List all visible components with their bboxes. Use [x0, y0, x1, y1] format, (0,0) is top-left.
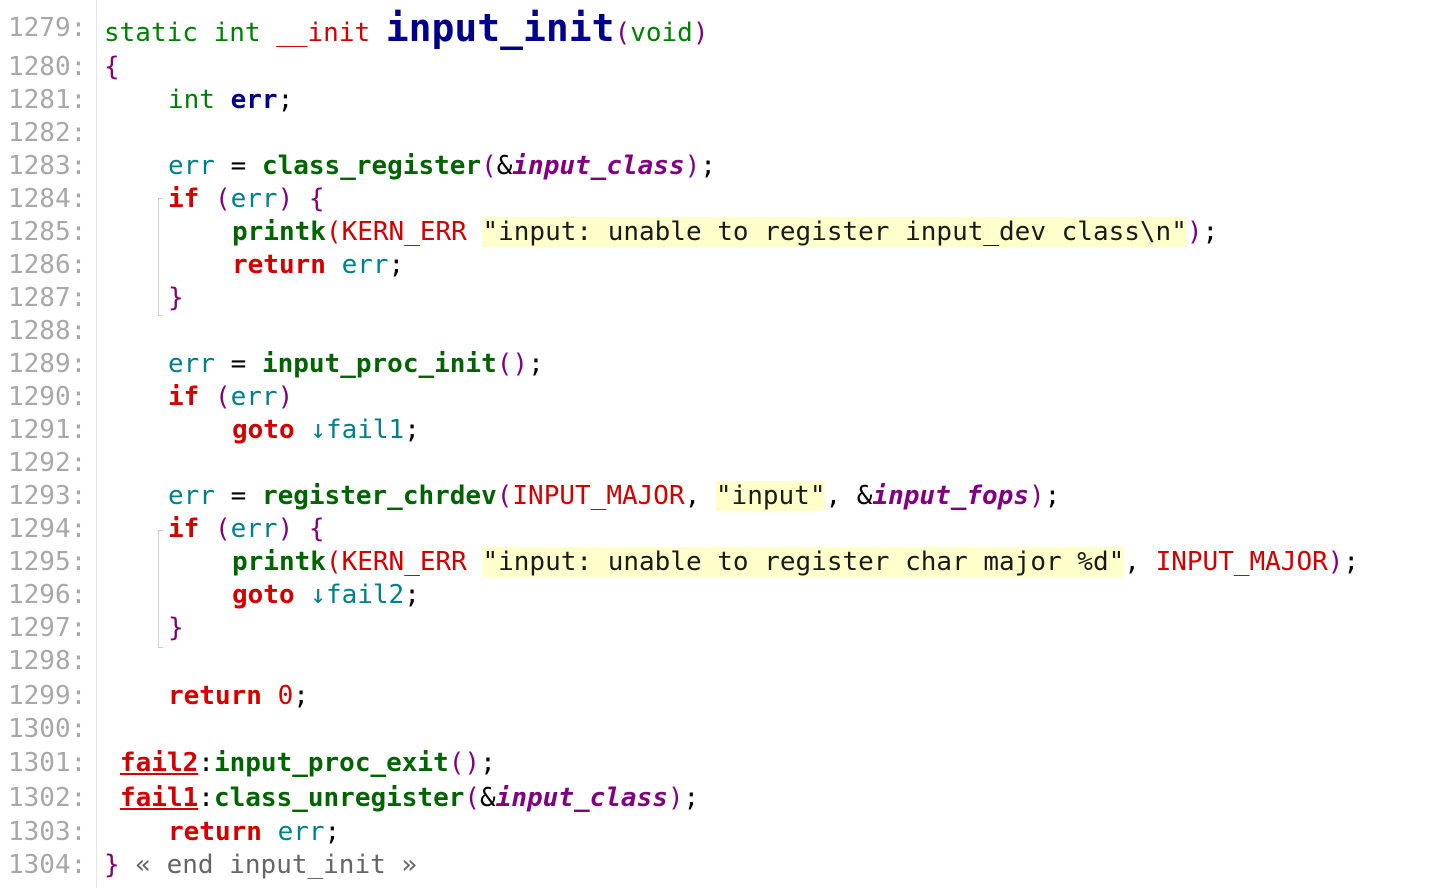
code-line[interactable]: 1282: — [0, 117, 1440, 150]
line-number: 1286: — [8, 250, 87, 280]
line-content: { — [104, 52, 120, 82]
line-number: 1293: — [8, 481, 87, 511]
code-line[interactable]: 1301: fail2:input_proc_exit(); — [0, 747, 1440, 780]
code-line[interactable]: 1284: if (err) { — [0, 183, 1440, 216]
line-content: } — [168, 283, 184, 313]
code-line[interactable]: 1288: — [0, 315, 1440, 348]
line-content: return 0; — [168, 681, 309, 711]
label-fail2: fail2 — [120, 748, 199, 778]
code-line[interactable]: 1300: — [0, 713, 1440, 746]
line-number: 1283: — [8, 151, 87, 181]
line-content: if (err) { — [168, 184, 325, 214]
code-line[interactable]: 1290: if (err) — [0, 381, 1440, 414]
line-number: 1279: — [8, 13, 87, 43]
line-content: goto ↓fail2; — [232, 580, 420, 610]
code-line[interactable]: 1280: { — [0, 51, 1440, 84]
line-number: 1282: — [8, 118, 87, 148]
code-line[interactable]: 1281: int err; — [0, 84, 1440, 117]
line-number: 1291: — [8, 415, 87, 445]
line-content: fail1:class_unregister(&input_class); — [120, 783, 700, 813]
end-block-comment: « end input_init » — [119, 850, 418, 880]
code-line[interactable]: 1299: return 0; — [0, 680, 1440, 713]
code-editor[interactable]: 1279: static int __init input_init(void)… — [0, 0, 1440, 888]
string-literal: "input: unable to register char major %d… — [482, 547, 1125, 577]
code-line[interactable]: 1285: printk(KERN_ERR "input: unable to … — [0, 216, 1440, 249]
line-number: 1298: — [8, 646, 87, 676]
line-number: 1289: — [8, 349, 87, 379]
line-number: 1300: — [8, 714, 87, 744]
line-number: 1281: — [8, 85, 87, 115]
function-name: input_init — [385, 6, 615, 50]
line-number: 1288: — [8, 316, 87, 346]
code-line[interactable]: 1287: } — [0, 282, 1440, 315]
code-line[interactable]: 1293: err = register_chrdev(INPUT_MAJOR,… — [0, 480, 1440, 513]
line-number: 1290: — [8, 382, 87, 412]
string-literal: "input" — [715, 481, 826, 511]
code-line[interactable]: 1295: printk(KERN_ERR "input: unable to … — [0, 546, 1440, 579]
code-line[interactable]: 1294: if (err) { — [0, 513, 1440, 546]
line-number: 1295: — [8, 547, 87, 577]
code-line[interactable]: 1297: } — [0, 612, 1440, 645]
line-content: static int __init input_init(void) — [104, 6, 709, 50]
code-line[interactable]: 1289: err = input_proc_init(); — [0, 348, 1440, 381]
goto-arrow-icon: ↓ — [310, 580, 326, 610]
line-content: fail2:input_proc_exit(); — [120, 748, 496, 778]
code-line[interactable]: 1291: goto ↓fail1; — [0, 414, 1440, 447]
line-content: } « end input_init » — [104, 850, 418, 880]
line-content: printk(KERN_ERR "input: unable to regist… — [232, 547, 1360, 577]
code-line[interactable]: 1279: static int __init input_init(void) — [0, 9, 1440, 48]
line-number: 1280: — [8, 52, 87, 82]
line-number: 1304: — [8, 850, 87, 880]
line-number: 1302: — [8, 783, 87, 813]
line-content: int err; — [168, 85, 294, 115]
line-number: 1294: — [8, 514, 87, 544]
line-content: printk(KERN_ERR "input: unable to regist… — [232, 217, 1219, 247]
line-number: 1292: — [8, 448, 87, 478]
line-number: 1287: — [8, 283, 87, 313]
line-number: 1284: — [8, 184, 87, 214]
line-number: 1303: — [8, 817, 87, 847]
line-content: if (err) { — [168, 514, 325, 544]
code-line[interactable]: 1298: — [0, 645, 1440, 678]
line-number: 1296: — [8, 580, 87, 610]
line-number: 1299: — [8, 681, 87, 711]
code-line[interactable]: 1292: — [0, 447, 1440, 480]
line-content: if (err) — [168, 382, 294, 412]
code-line[interactable]: 1303: return err; — [0, 816, 1440, 849]
goto-arrow-icon: ↓ — [310, 415, 326, 445]
line-number: 1285: — [8, 217, 87, 247]
code-line[interactable]: 1286: return err; — [0, 249, 1440, 282]
line-number: 1297: — [8, 613, 87, 643]
line-content: err = register_chrdev(INPUT_MAJOR, "inpu… — [168, 481, 1061, 511]
line-content: } — [168, 613, 184, 643]
line-content: return err; — [168, 817, 341, 847]
line-content: return err; — [232, 250, 405, 280]
code-line[interactable]: 1283: err = class_register(&input_class)… — [0, 150, 1440, 183]
line-content: goto ↓fail1; — [232, 415, 420, 445]
string-literal: "input: unable to register input_dev cla… — [482, 217, 1187, 247]
label-fail1: fail1 — [120, 783, 199, 813]
line-content: err = input_proc_init(); — [168, 349, 544, 379]
code-line[interactable]: 1296: goto ↓fail2; — [0, 579, 1440, 612]
code-line[interactable]: 1304: } « end input_init » — [0, 849, 1440, 882]
line-number: 1301: — [8, 748, 87, 778]
line-content: err = class_register(&input_class); — [168, 151, 716, 181]
code-line[interactable]: 1302: fail1:class_unregister(&input_clas… — [0, 782, 1440, 815]
